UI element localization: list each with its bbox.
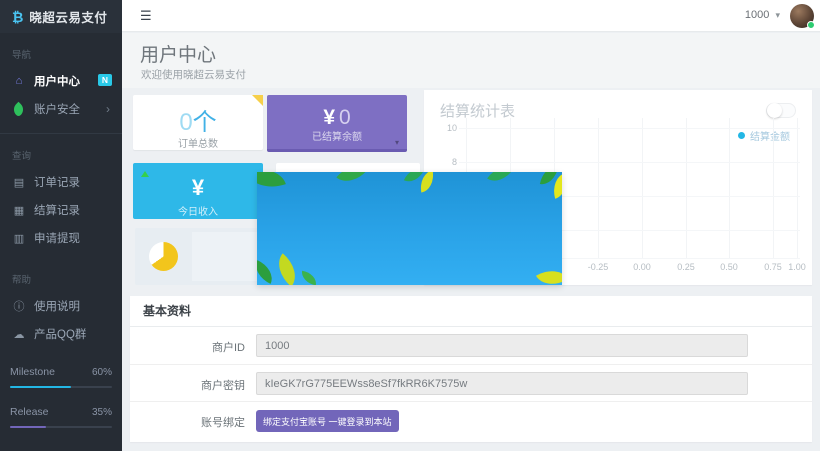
page-title: 用户中心 — [140, 40, 216, 67]
home-icon: ⌂ — [12, 75, 26, 87]
merchant-id-field[interactable] — [256, 334, 748, 357]
bitcoin-icon: ₿ — [12, 9, 23, 25]
mini-pie-card[interactable] — [135, 228, 263, 285]
sidebar: ₿ 晓超云易支付 导航 ⌂ 用户中心 N 账户安全 › 查询 ▤ 订单记录 ▦ … — [0, 0, 122, 451]
sidebar-item-account-security[interactable]: 账户安全 › — [0, 95, 122, 123]
form-row-merchant-key: 商户密钥 — [130, 364, 812, 401]
chevron-right-icon: › — [106, 102, 110, 116]
pie-card-panel — [192, 232, 259, 281]
list-icon: ▥ — [12, 232, 26, 245]
merchant-id-label: 商户ID — [130, 339, 245, 355]
sidebar-progress: Milestone 60% Release 35% — [0, 366, 122, 428]
sidebar-item-settlement-records[interactable]: ▦ 结算记录 — [0, 196, 122, 224]
sidebar-item-withdrawal[interactable]: ▥ 申请提现 — [0, 224, 122, 252]
settled-balance-card[interactable]: ¥0 已结算余额 ▾ — [267, 95, 407, 152]
release-progress-bar — [10, 426, 112, 428]
sidebar-item-order-records[interactable]: ▤ 订单记录 — [0, 168, 122, 196]
nav-section-label: 导航 — [0, 33, 122, 67]
user-avatar[interactable] — [790, 4, 814, 28]
username: 1000 — [745, 9, 769, 21]
y-axis-tick: 10 — [443, 123, 457, 133]
info-icon: ⓘ — [12, 298, 26, 314]
yen-icon: ¥ — [133, 175, 263, 201]
bind-alipay-button[interactable]: 绑定支付宝账号 一键登录到本站 — [256, 410, 399, 432]
user-dropdown[interactable]: 1000 ▾ — [745, 9, 780, 21]
caret-down-icon[interactable]: ▾ — [395, 138, 399, 147]
leaf-decoration — [336, 172, 367, 190]
mini-pie-chart — [149, 242, 178, 271]
x-axis-tick: 0.00 — [624, 262, 660, 272]
sidebar-item-user-center[interactable]: ⌂ 用户中心 N — [0, 67, 122, 95]
online-status-dot — [807, 21, 815, 29]
account-binding-label: 账号绑定 — [130, 414, 245, 430]
file-icon: ▤ — [12, 176, 26, 189]
x-axis-tick: 0.25 — [668, 262, 704, 272]
orders-total-card[interactable]: 0个 订单总数 — [133, 95, 263, 150]
yen-icon: ¥ — [323, 106, 335, 129]
new-badge: N — [98, 74, 112, 86]
banner-image — [257, 172, 562, 285]
topbar: ☰ 1000 ▾ — [122, 0, 820, 32]
basic-info-card: 基本资料 商户ID 商户密钥 账号绑定 绑定支付宝账号 一键登录到本站 — [130, 296, 812, 442]
nav-section-label: 帮助 — [0, 258, 122, 292]
form-title: 基本资料 — [130, 296, 812, 327]
form-row-account-binding: 账号绑定 绑定支付宝账号 一键登录到本站 — [130, 401, 812, 438]
leaf-decoration — [536, 263, 562, 285]
qq-group-icon: ☁ — [12, 328, 26, 341]
progress-label: Release — [10, 406, 49, 418]
nav-section-label: 查询 — [0, 134, 122, 168]
leaf-icon — [11, 101, 27, 117]
page-subtitle: 欢迎使用晓超云易支付 — [141, 67, 246, 82]
progress-label: Milestone — [10, 366, 55, 378]
x-axis-tick: 1.00 — [779, 262, 815, 272]
progress-value: 35% — [92, 407, 112, 418]
merchant-key-field[interactable] — [256, 372, 748, 395]
milestone-progress-bar — [10, 386, 112, 388]
form-row-merchant-id: 商户ID — [130, 327, 812, 364]
leaf-decoration — [487, 172, 513, 188]
orders-unit: 个 — [193, 109, 217, 136]
x-axis-tick: 0.50 — [711, 262, 747, 272]
orders-label: 订单总数 — [133, 135, 263, 150]
leaf-decoration — [300, 271, 318, 285]
leaf-decoration — [257, 260, 277, 284]
merchant-key-label: 商户密钥 — [130, 377, 245, 393]
sidebar-item-qq-group[interactable]: ☁ 产品QQ群 — [0, 320, 122, 348]
y-axis-tick: 8 — [443, 157, 457, 167]
orders-value: 0 — [179, 109, 192, 136]
leaf-decoration — [270, 253, 304, 285]
page-header: 用户中心 欢迎使用晓超云易支付 — [122, 33, 820, 88]
x-axis-tick: -0.25 — [580, 262, 616, 272]
list-icon: ▦ — [12, 204, 26, 217]
app-root: ₿ 晓超云易支付 导航 ⌂ 用户中心 N 账户安全 › 查询 ▤ 订单记录 ▦ … — [0, 0, 820, 451]
leaf-decoration — [257, 172, 286, 195]
corner-ribbon-icon — [252, 95, 263, 106]
today-income-card[interactable]: ¥ 今日收入 — [133, 163, 263, 219]
app-logo[interactable]: ₿ 晓超云易支付 — [0, 0, 122, 33]
sidebar-item-instructions[interactable]: ⓘ 使用说明 — [0, 292, 122, 320]
chart-toggle-switch[interactable] — [766, 103, 796, 118]
today-label: 今日收入 — [133, 203, 263, 218]
progress-value: 60% — [92, 367, 112, 378]
menu-toggle-icon[interactable]: ☰ — [140, 8, 152, 24]
caret-down-icon: ▾ — [775, 10, 780, 20]
settled-value: 0 — [339, 106, 351, 129]
settled-label: 已结算余额 — [267, 128, 407, 143]
app-title: 晓超云易支付 — [29, 7, 107, 26]
up-arrow-icon — [141, 171, 149, 177]
